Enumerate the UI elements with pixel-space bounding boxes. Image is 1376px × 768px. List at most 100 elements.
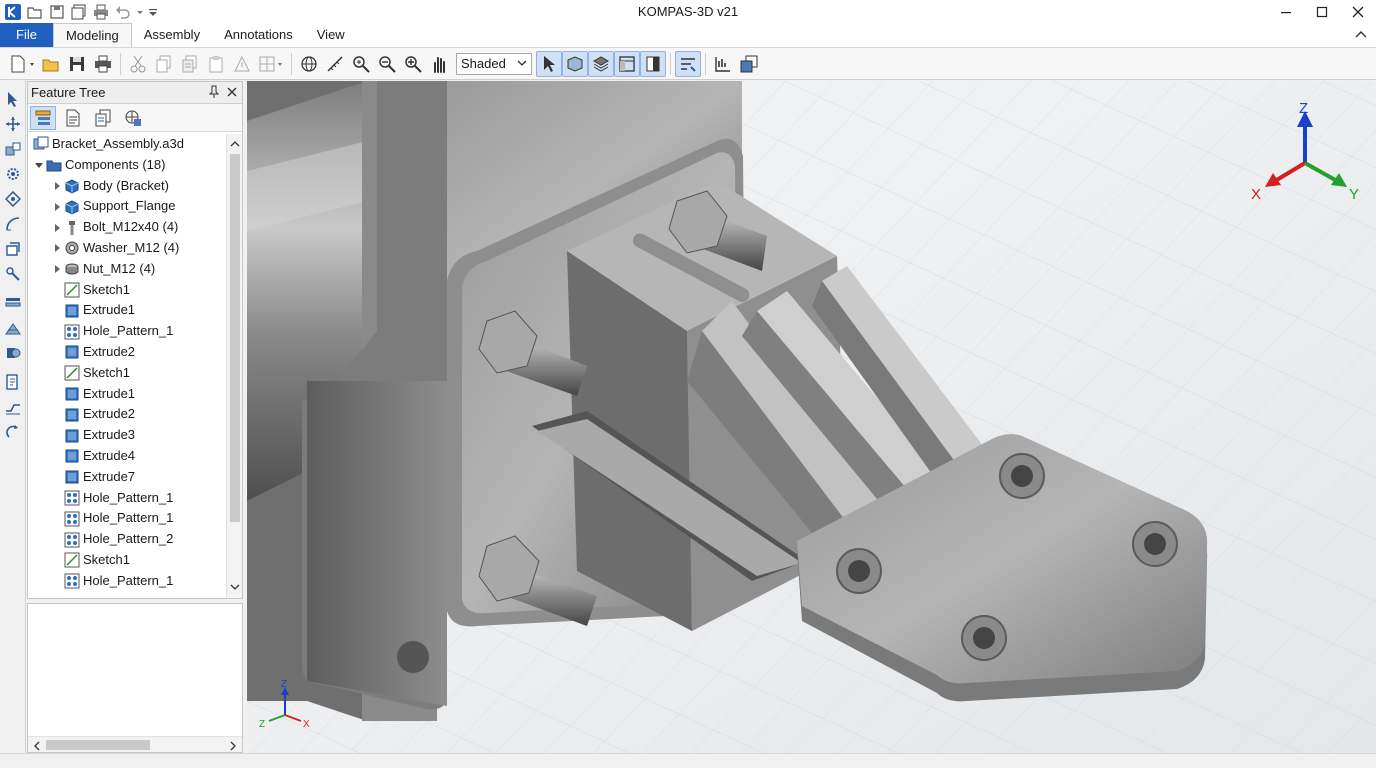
chevron-right-icon[interactable] — [52, 243, 62, 253]
cut-icon[interactable] — [125, 51, 151, 77]
undo-dropdown-icon[interactable] — [136, 3, 144, 21]
select-cursor-icon[interactable] — [536, 50, 562, 77]
curve-icon[interactable] — [2, 213, 24, 235]
minimize-icon[interactable] — [1268, 0, 1304, 24]
tree-item[interactable]: Body (Bracket) — [28, 176, 224, 197]
chevron-up-icon[interactable] — [1354, 28, 1368, 42]
chevron-right-icon[interactable] — [52, 181, 62, 191]
pipeline-icon[interactable] — [2, 342, 24, 364]
scroll-right-icon[interactable] — [228, 739, 238, 754]
print-icon[interactable] — [92, 3, 110, 21]
copy-properties-icon[interactable] — [177, 51, 203, 77]
mate-icon[interactable] — [2, 188, 24, 210]
save-all-icon[interactable] — [70, 3, 88, 21]
drawing-icon[interactable] — [2, 371, 24, 393]
tree-item[interactable]: Sketch1 — [28, 363, 224, 384]
dimension-icon[interactable] — [710, 51, 736, 77]
weld-icon[interactable] — [2, 317, 24, 339]
scrollbar-thumb[interactable] — [230, 154, 240, 522]
tab-view[interactable]: View — [305, 23, 357, 47]
tree-item[interactable]: Hole_Pattern_1 — [28, 571, 224, 592]
tree-structure-icon[interactable] — [30, 105, 56, 130]
tree-item[interactable]: Support_Flange — [28, 196, 224, 217]
layers-list-icon[interactable] — [90, 106, 116, 130]
sheet-metal-icon[interactable] — [2, 292, 24, 314]
properties-panel-icon[interactable] — [736, 51, 762, 77]
tree-item[interactable]: Extrude4 — [28, 446, 224, 467]
layers-mode-icon[interactable] — [588, 50, 614, 77]
customize-qa-icon[interactable] — [148, 3, 158, 21]
move-icon[interactable] — [2, 113, 24, 135]
tree-item[interactable]: Sketch1 — [28, 280, 224, 301]
open-icon[interactable] — [38, 51, 64, 77]
tab-annotations[interactable]: Annotations — [212, 23, 305, 47]
save-icon[interactable] — [64, 51, 90, 77]
scroll-down-icon[interactable] — [230, 580, 240, 595]
tree-vertical-scrollbar[interactable] — [226, 134, 242, 598]
routing-icon[interactable] — [2, 396, 24, 418]
tree-item[interactable]: Extrude1 — [28, 384, 224, 405]
tab-file[interactable]: File — [0, 23, 53, 47]
zoom-out-icon[interactable] — [374, 51, 400, 77]
new-icon[interactable] — [6, 51, 38, 77]
kompas-logo-icon[interactable] — [4, 3, 22, 21]
tree-item[interactable]: Hole_Pattern_1 — [28, 321, 224, 342]
surface-icon[interactable] — [2, 238, 24, 260]
chevron-right-icon[interactable] — [52, 202, 62, 212]
zoom-in-icon[interactable] — [400, 51, 426, 77]
rotate-icon[interactable] — [2, 421, 24, 443]
open-icon[interactable] — [26, 3, 44, 21]
tree-item[interactable]: Extrude7 — [28, 467, 224, 488]
chevron-down-icon[interactable] — [34, 160, 44, 170]
scrollbar-thumb[interactable] — [46, 740, 150, 750]
orient-view-icon[interactable] — [675, 50, 701, 77]
document-list-icon[interactable] — [60, 106, 86, 130]
tools-icon[interactable] — [2, 263, 24, 285]
measure-icon[interactable] — [322, 51, 348, 77]
tree-item[interactable]: Bracket_Assembly.a3d — [28, 134, 224, 155]
tree-item[interactable]: Extrude2 — [28, 404, 224, 425]
tree-item[interactable]: Extrude1 — [28, 300, 224, 321]
tree-item[interactable]: Extrude3 — [28, 425, 224, 446]
3d-viewport[interactable]: Z X Y Z X Z — [247, 81, 1376, 753]
print-icon[interactable] — [90, 51, 116, 77]
tree-item[interactable]: Washer_M12 (4) — [28, 238, 224, 259]
view-filter-icon[interactable] — [120, 106, 146, 130]
gear-assembly-icon[interactable] — [2, 163, 24, 185]
save-icon[interactable] — [48, 3, 66, 21]
tree-item[interactable]: Components (18) — [28, 155, 224, 176]
tab-modeling[interactable]: Modeling — [52, 23, 132, 47]
close-panel-icon[interactable] — [226, 85, 238, 102]
pan-icon[interactable] — [426, 51, 452, 77]
chevron-right-icon[interactable] — [52, 223, 62, 233]
tree-item[interactable]: Hole_Pattern_1 — [28, 508, 224, 529]
select-arrow-icon[interactable] — [2, 88, 24, 110]
tree-item[interactable]: Hole_Pattern_2 — [28, 529, 224, 550]
paste-special-icon[interactable] — [229, 51, 255, 77]
chevron-right-icon[interactable] — [52, 264, 62, 274]
tree-item[interactable]: Extrude2 — [28, 342, 224, 363]
maximize-icon[interactable] — [1304, 0, 1340, 24]
properties-horizontal-scrollbar[interactable] — [28, 736, 242, 752]
model-canvas[interactable]: Z X Y Z X Z — [247, 81, 1376, 753]
paste-icon[interactable] — [203, 51, 229, 77]
tree-item[interactable]: Sketch1 — [28, 550, 224, 571]
grid-icon[interactable] — [255, 51, 287, 77]
globe-icon[interactable] — [296, 51, 322, 77]
tree-item[interactable]: Hole_Pattern_1 — [28, 488, 224, 509]
wireframe-mode-icon[interactable] — [562, 50, 588, 77]
component-tree-icon[interactable] — [2, 138, 24, 160]
close-icon[interactable] — [1340, 0, 1376, 24]
section-view-icon[interactable] — [614, 50, 640, 77]
undo-icon[interactable] — [114, 3, 132, 21]
scroll-left-icon[interactable] — [32, 739, 42, 754]
zoom-window-icon[interactable] — [348, 51, 374, 77]
copy-icon[interactable] — [151, 51, 177, 77]
tree-item[interactable]: Bolt_M12x40 (4) — [28, 217, 224, 238]
tab-assembly[interactable]: Assembly — [132, 23, 212, 47]
scroll-up-icon[interactable] — [230, 137, 240, 152]
pin-icon[interactable] — [208, 85, 220, 102]
display-mode-select[interactable]: Shaded — [456, 52, 532, 75]
half-view-icon[interactable] — [640, 50, 666, 77]
tree-item[interactable]: Nut_M12 (4) — [28, 259, 224, 280]
